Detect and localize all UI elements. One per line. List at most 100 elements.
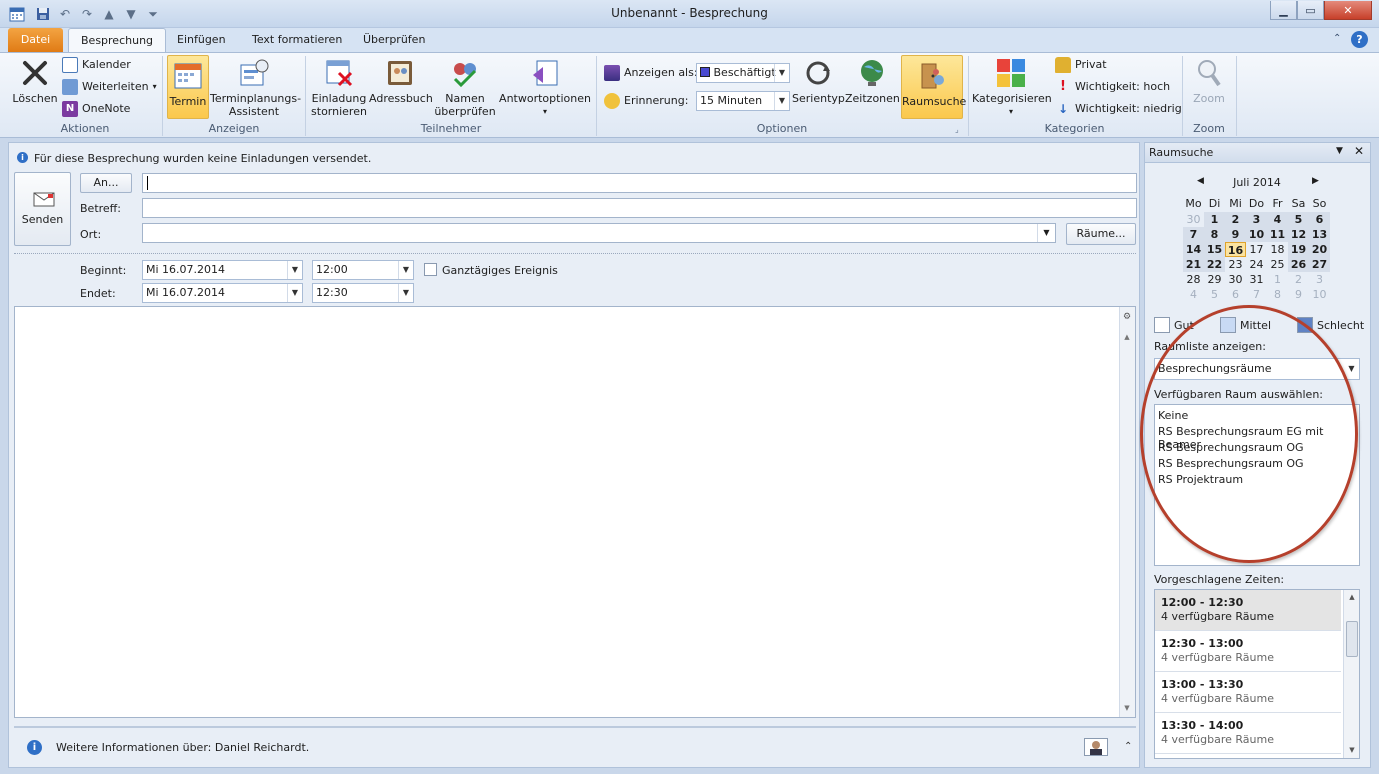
calendar-day[interactable]: 7 (1246, 287, 1267, 302)
serientyp-button[interactable]: Serientyp (792, 57, 845, 119)
calendar-day[interactable]: 26 (1288, 257, 1309, 272)
scroll-down-icon[interactable]: ▼ (1120, 704, 1134, 716)
calendar-day[interactable]: 23 (1225, 257, 1246, 272)
raumsuche-button[interactable]: Raumsuche (901, 55, 966, 119)
calendar-day[interactable]: 25 (1267, 257, 1288, 272)
calendar-day[interactable]: 1 (1204, 212, 1225, 227)
calendar-day[interactable]: 16 (1225, 242, 1246, 257)
calendar-day[interactable]: 20 (1309, 242, 1330, 257)
calendar-day[interactable]: 1 (1267, 272, 1288, 287)
calendar-day[interactable]: 5 (1288, 212, 1309, 227)
calendar-day[interactable]: 30 (1183, 212, 1204, 227)
close-button[interactable]: ✕ (1324, 1, 1372, 20)
expand-people-pane-icon[interactable]: ⌃ (1124, 741, 1132, 752)
calendar-day[interactable]: 6 (1225, 287, 1246, 302)
namen-ueberpruefen-button[interactable]: Namen überprüfen (434, 57, 496, 119)
tab-ueberpruefen[interactable]: Überprüfen (351, 28, 437, 52)
avatar[interactable] (1084, 738, 1108, 756)
einladung-stornieren-button[interactable]: Einladung stornieren (310, 57, 368, 119)
calendar-day[interactable]: 12 (1288, 227, 1309, 242)
terminplanungs-assistent-button[interactable]: Terminplanungs- Assistent (210, 57, 301, 119)
wichtigkeit-hoch-button[interactable]: ! Wichtigkeit: hoch (1055, 77, 1170, 97)
calendar-day[interactable]: 9 (1225, 227, 1246, 242)
time-slot[interactable]: 12:30 - 13:00 4 verfügbare Räume (1155, 631, 1341, 672)
erinnerung-select[interactable]: 15 Minuten ▼ (696, 91, 790, 111)
calendar-day[interactable]: 13 (1309, 227, 1330, 242)
scroll-up-icon[interactable]: ▲ (1344, 593, 1359, 601)
calendar-day[interactable]: 29 (1204, 272, 1225, 287)
calendar-day[interactable]: 14 (1183, 242, 1204, 257)
next-month-icon[interactable]: ▶ (1312, 176, 1319, 186)
privat-button[interactable]: Privat (1055, 55, 1107, 75)
calendar-day[interactable]: 15 (1204, 242, 1225, 257)
collapse-ribbon-icon[interactable]: ⌃ (1333, 33, 1341, 44)
wichtigkeit-niedrig-button[interactable]: ↓ Wichtigkeit: niedrig (1055, 99, 1182, 119)
tab-datei[interactable]: Datei (8, 28, 63, 52)
calendar-day[interactable]: 19 (1288, 242, 1309, 257)
calendar-day[interactable]: 22 (1204, 257, 1225, 272)
scroll-down-icon[interactable]: ▼ (1344, 746, 1359, 754)
zoom-button[interactable]: Zoom (1187, 57, 1231, 119)
body-editor[interactable] (14, 306, 1136, 718)
minimize-button[interactable]: ▁ (1270, 1, 1297, 20)
calendar-day[interactable]: 9 (1288, 287, 1309, 302)
scroll-up-icon[interactable]: ▲ (1120, 333, 1134, 345)
weiterleiten-button[interactable]: Weiterleiten ▾ (62, 77, 157, 97)
calendar-day[interactable]: 3 (1246, 212, 1267, 227)
calendar-day[interactable]: 27 (1309, 257, 1330, 272)
end-date-select[interactable]: Mi 16.07.2014 ▼ (142, 283, 303, 303)
calendar-day[interactable]: 10 (1246, 227, 1267, 242)
calendar-day[interactable]: 2 (1288, 272, 1309, 287)
chevron-down-icon[interactable]: ▼ (1037, 224, 1055, 242)
ganztaegig-checkbox[interactable] (424, 263, 437, 276)
pane-menu-icon[interactable]: ▼ (1336, 146, 1343, 156)
calendar-day[interactable]: 11 (1267, 227, 1288, 242)
kalender-button[interactable]: Kalender (62, 55, 131, 75)
start-date-select[interactable]: Mi 16.07.2014 ▼ (142, 260, 303, 280)
tab-text-formatieren[interactable]: Text formatieren (240, 28, 354, 52)
close-pane-icon[interactable]: ✕ (1354, 144, 1364, 158)
body-scrollbar[interactable] (1119, 307, 1135, 717)
anzeigen-als-select[interactable]: Beschäftigt ▼ (696, 63, 790, 83)
calendar-day[interactable]: 31 (1246, 272, 1267, 287)
location-input[interactable]: ▼ (142, 223, 1056, 243)
antwortoptionen-button[interactable]: Antwortoptionen ▾ (498, 57, 592, 119)
calendar-day[interactable]: 28 (1183, 272, 1204, 287)
to-input[interactable] (142, 173, 1137, 193)
time-slot[interactable]: 13:00 - 13:30 4 verfügbare Räume (1155, 672, 1341, 713)
dialog-launcher-icon[interactable]: ⌟ (955, 125, 959, 134)
kategorisieren-button[interactable]: Kategorisieren ▾ (972, 57, 1052, 119)
time-slot[interactable]: 12:00 - 12:30 4 verfügbare Räume (1155, 590, 1341, 631)
zeitzonen-button[interactable]: Zeitzonen (845, 57, 900, 119)
calendar-day[interactable]: 4 (1267, 212, 1288, 227)
termin-button[interactable]: Termin (167, 55, 209, 119)
scroll-thumb[interactable] (1346, 621, 1358, 657)
start-time-select[interactable]: 12:00 ▼ (312, 260, 414, 280)
calendar-day[interactable]: 17 (1246, 242, 1267, 257)
smart-tag-icon[interactable]: ⚙ (1120, 312, 1134, 328)
raeume-button[interactable]: Räume... (1066, 223, 1136, 245)
calendar-day[interactable]: 24 (1246, 257, 1267, 272)
calendar-day[interactable]: 4 (1183, 287, 1204, 302)
loeschen-button[interactable]: Löschen (10, 57, 60, 117)
calendar-day[interactable]: 21 (1183, 257, 1204, 272)
end-time-select[interactable]: 12:30 ▼ (312, 283, 414, 303)
calendar-day[interactable]: 6 (1309, 212, 1330, 227)
time-slot[interactable]: 13:30 - 14:00 4 verfügbare Räume (1155, 713, 1341, 754)
tab-einfuegen[interactable]: Einfügen (165, 28, 238, 52)
calendar-day[interactable]: 2 (1225, 212, 1246, 227)
calendar-day[interactable]: 3 (1309, 272, 1330, 287)
calendar-day[interactable]: 10 (1309, 287, 1330, 302)
subject-input[interactable] (142, 198, 1137, 218)
calendar-day[interactable]: 18 (1267, 242, 1288, 257)
adressbuch-button[interactable]: Adressbuch (369, 57, 433, 119)
prev-month-icon[interactable]: ◀ (1197, 176, 1204, 186)
tab-besprechung[interactable]: Besprechung (68, 28, 167, 52)
an-button[interactable]: An... (80, 173, 132, 193)
calendar-day[interactable]: 5 (1204, 287, 1225, 302)
calendar-day[interactable]: 8 (1267, 287, 1288, 302)
maximize-button[interactable]: ▭ (1297, 1, 1324, 20)
calendar-day[interactable]: 8 (1204, 227, 1225, 242)
senden-button[interactable]: Senden (14, 172, 71, 246)
slots-scrollbar[interactable]: ▲ ▼ (1343, 590, 1359, 758)
